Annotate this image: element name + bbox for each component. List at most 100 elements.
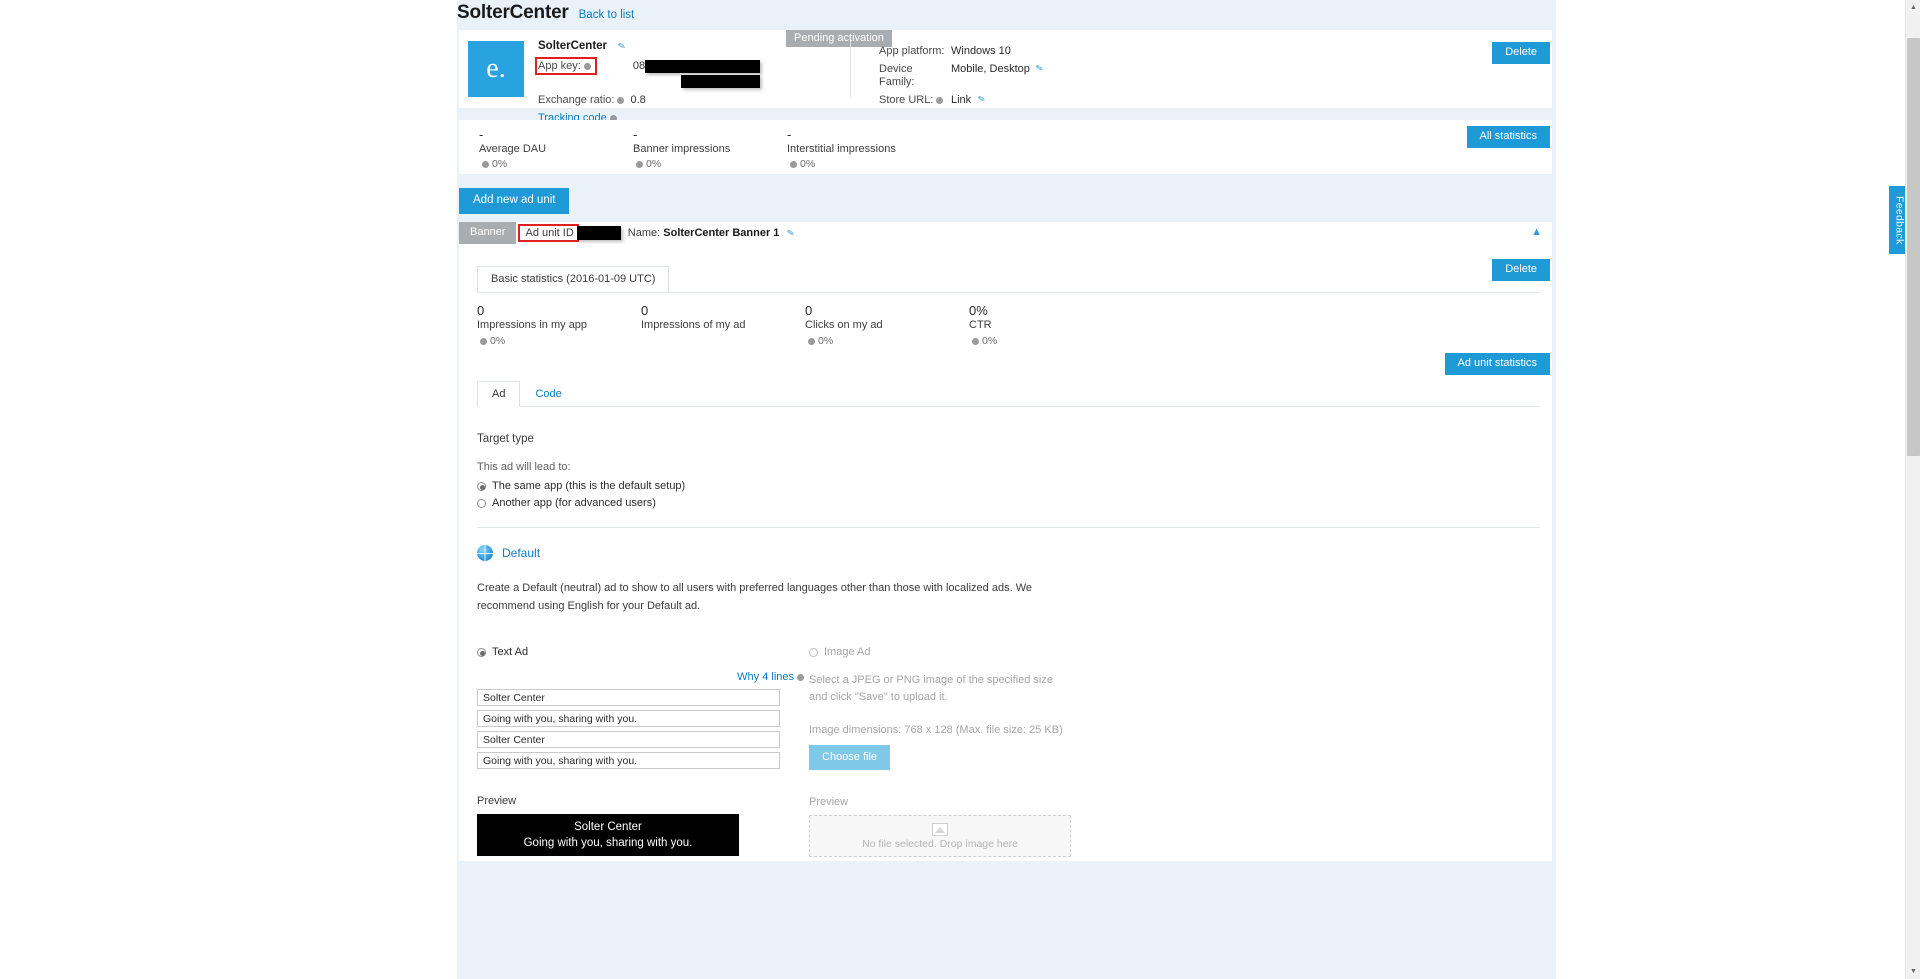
page-scrollbar[interactable]: ▲ ▼ [1905, 0, 1920, 979]
stat-value: 0% [969, 303, 988, 318]
stat-label: CTR [969, 319, 992, 331]
stat-label: Impressions of my ad [641, 319, 746, 331]
store-url-link[interactable]: Link [951, 94, 971, 107]
stat-sub: 0% [477, 335, 641, 347]
choose-file-button[interactable]: Choose file [809, 745, 891, 770]
why-4-lines-info-icon[interactable] [797, 673, 804, 681]
left-gutter [0, 0, 457, 979]
stat-sub: 0% [479, 158, 633, 170]
stat-sub-value: 0% [490, 335, 506, 347]
add-new-ad-unit-button[interactable]: Add new ad unit [459, 188, 570, 214]
radio-text-ad-indicator[interactable] [477, 647, 486, 657]
text-ad-line-1-input[interactable] [477, 689, 780, 706]
ad-unit-statistics-row: 0 Impressions in my app 0% 0 Impressions… [459, 293, 1552, 353]
scroll-up-arrow-icon[interactable]: ▲ [1906, 0, 1920, 15]
stat-sub-value: 0% [982, 335, 998, 347]
meta-value-platform: Windows 10 [951, 45, 1011, 57]
radio-another-app[interactable]: Another app (for advanced users) [477, 497, 1534, 509]
image-placeholder-icon [932, 822, 948, 836]
radio-same-app-indicator[interactable] [477, 481, 486, 491]
stat-banner-impressions: - Banner impressions 0% [633, 128, 787, 174]
why-4-lines-link[interactable]: Why 4 lines [477, 671, 809, 683]
stat-sub-value: 0% [646, 158, 662, 170]
target-type-lead: This ad will lead to: [477, 461, 571, 473]
stat-info-icon[interactable] [482, 160, 489, 168]
edit-app-name-pencil-icon[interactable]: ✎ [618, 40, 627, 52]
radio-another-app-label: Another app (for advanced users) [492, 497, 656, 509]
app-canvas: SolterCenter Back to list e. SolterCente… [457, 0, 1556, 979]
stat-value: - [787, 127, 792, 142]
stat-value: - [633, 127, 638, 142]
edit-store-url-pencil-icon[interactable]: ✎ [977, 93, 987, 107]
app-key-row: App key: 08 [535, 57, 836, 88]
stat-impressions-of-my-ad: 0 Impressions of my ad [641, 303, 805, 347]
default-ad-header: Default [477, 545, 1534, 561]
collapse-chevron-up-icon[interactable]: ▲ [1531, 226, 1542, 238]
text-ad-line-2-input[interactable] [477, 710, 780, 727]
stat-info-icon[interactable] [480, 337, 487, 345]
default-ad-title[interactable]: Default [502, 546, 540, 560]
stat-sub: 0% [805, 335, 969, 347]
stat-info-icon[interactable] [636, 160, 643, 168]
image-ad-dropzone[interactable]: No file selected. Drop image here [809, 815, 1071, 857]
store-url-info-icon[interactable] [936, 96, 944, 104]
stat-impressions-in-my-app: 0 Impressions in my app 0% [477, 303, 641, 347]
stat-info-icon[interactable] [808, 337, 815, 345]
back-to-list-link[interactable]: Back to list [579, 9, 635, 21]
tab-ad[interactable]: Ad [477, 381, 521, 407]
radio-text-ad[interactable]: Text Ad [477, 646, 809, 658]
radio-same-app[interactable]: The same app (this is the default setup) [477, 480, 1534, 492]
meta-row-platform: App platform: Windows 10 [879, 45, 1552, 58]
scrollbar-thumb[interactable] [1907, 38, 1920, 456]
text-ad-line-4-input[interactable] [477, 752, 780, 769]
stat-value: 0 [477, 303, 485, 318]
app-key-label: App key: [538, 60, 581, 73]
stat-label: Interstitial impressions [787, 143, 896, 155]
stat-ctr: 0% CTR 0% [969, 303, 1133, 347]
section-divider [477, 527, 1540, 528]
ad-unit-id-redacted [576, 226, 621, 240]
why-4-lines-label: Why 4 lines [737, 671, 794, 683]
all-statistics-button[interactable]: All statistics [1466, 126, 1550, 148]
radio-another-app-indicator[interactable] [477, 498, 486, 508]
radio-image-ad-indicator[interactable] [809, 647, 818, 657]
image-ad-column: Image Ad Select a JPEG or PNG image of t… [809, 641, 1534, 857]
feedback-tab-label: Feedback [1893, 195, 1906, 245]
tab-basic-statistics[interactable]: Basic statistics (2016-01-09 UTC) [477, 266, 670, 292]
exchange-ratio-info-icon[interactable] [617, 96, 625, 104]
stat-sub-value: 0% [818, 335, 834, 347]
meta-row-device-family: Device Family: Mobile, Desktop ✎ [879, 63, 1552, 89]
ad-unit-statistics-button[interactable]: Ad unit statistics [1444, 353, 1550, 375]
stat-value: - [479, 127, 484, 142]
stat-sub: 0% [969, 335, 1133, 347]
meta-value-device-family: Mobile, Desktop [951, 63, 1030, 75]
app-meta-column: App platform: Windows 10 Device Family: … [850, 41, 1552, 106]
edit-ad-unit-name-pencil-icon[interactable]: ✎ [787, 227, 796, 239]
text-ad-line-3-input[interactable] [477, 731, 780, 748]
tab-code[interactable]: Code [520, 381, 576, 407]
radio-image-ad[interactable]: Image Ad [809, 646, 1534, 658]
meta-row-store-url: Store URL: Link ✎ [879, 93, 1552, 107]
app-key-highlight: App key: [535, 57, 597, 76]
ad-unit-body: Delete Basic statistics (2016-01-09 UTC)… [459, 244, 1552, 861]
scroll-down-arrow-icon[interactable]: ▼ [1906, 964, 1920, 979]
app-key-info-icon[interactable] [583, 63, 591, 70]
ad-code-tabstrip: Ad Code [459, 375, 1552, 407]
globe-icon [477, 545, 493, 561]
ad-unit-id-label: Ad unit ID [525, 227, 574, 239]
stat-label: Banner impressions [633, 143, 731, 155]
app-key-value-prefix: 08 [632, 60, 646, 73]
ad-editor-section: Target type This ad will lead to: The sa… [459, 433, 1552, 857]
radio-text-ad-label: Text Ad [492, 646, 529, 658]
store-url-label: Store URL: [879, 94, 934, 106]
edit-device-family-pencil-icon[interactable]: ✎ [1035, 63, 1047, 90]
stat-sub: 0% [787, 158, 941, 170]
ad-unit-name-label: Name: [627, 227, 661, 239]
preview-line-1: Solter Center [574, 821, 642, 833]
stat-sub: 0% [633, 158, 787, 170]
stat-info-icon[interactable] [790, 160, 797, 168]
stat-sub-value: 0% [800, 158, 816, 170]
ad-unit-header[interactable]: Banner Ad unit ID Name: SolterCenter Ban… [459, 222, 1552, 244]
stat-info-icon[interactable] [972, 337, 979, 345]
delete-app-button[interactable]: Delete [1492, 42, 1550, 64]
